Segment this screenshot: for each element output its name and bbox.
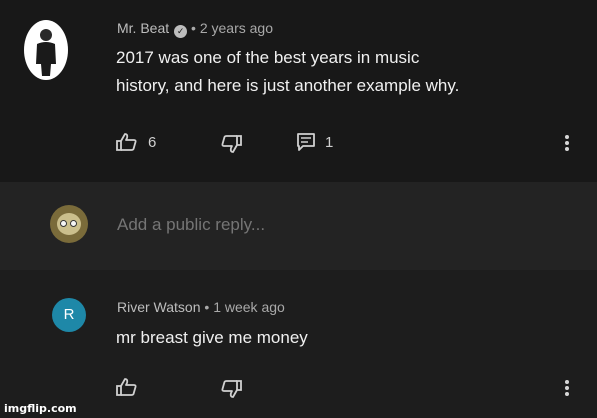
meta-separator: • <box>191 20 196 36</box>
verified-check-icon: ✓ <box>174 25 188 38</box>
watermark: imgflip.com <box>4 402 77 415</box>
comment-top: Mr. Beat ✓ • 2 years ago 2017 was one of … <box>0 0 597 182</box>
more-options-icon[interactable] <box>565 135 569 151</box>
comment-text-line: history, and here is just another exampl… <box>116 76 460 95</box>
author-name[interactable]: Mr. Beat <box>117 20 169 36</box>
thumbs-down-icon <box>221 135 242 153</box>
more-options-icon[interactable] <box>565 380 569 396</box>
author-name[interactable]: River Watson <box>117 299 201 315</box>
like-button[interactable]: 6 <box>116 133 156 151</box>
thumbs-down-icon <box>221 380 242 398</box>
reply-button[interactable]: 1 <box>297 133 333 151</box>
thumbs-up-icon <box>116 378 137 396</box>
comment-meta: Mr. Beat ✓ • 2 years ago <box>117 20 273 38</box>
comment-text: 2017 was one of the best years in music … <box>116 44 459 100</box>
comment-meta: River Watson • 1 week ago <box>117 299 285 315</box>
person-avatar-icon <box>36 29 56 76</box>
reply-count: 1 <box>325 133 334 151</box>
comment-thread: Mr. Beat ✓ • 2 years ago 2017 was one of … <box>0 0 597 418</box>
like-button[interactable] <box>116 378 138 396</box>
comment-time[interactable]: 2 years ago <box>200 20 273 36</box>
dislike-button[interactable] <box>220 380 242 398</box>
thumbs-up-icon <box>116 133 137 151</box>
like-count: 6 <box>148 133 157 151</box>
comment-reply: R River Watson • 1 week ago mr breast gi… <box>0 270 597 418</box>
eye-icon <box>70 220 77 227</box>
avatar[interactable]: R <box>52 298 86 332</box>
eye-icon <box>60 220 67 227</box>
reply-input[interactable] <box>117 212 557 238</box>
comment-time[interactable]: 1 week ago <box>213 299 285 315</box>
comment-text: mr breast give me money <box>116 328 308 347</box>
meta-separator: • <box>204 299 210 315</box>
reply-comment-icon <box>297 133 315 151</box>
user-avatar[interactable] <box>50 205 88 243</box>
dislike-button[interactable] <box>220 135 242 153</box>
comment-text-line: 2017 was one of the best years in music <box>116 48 420 67</box>
reply-box <box>0 182 597 270</box>
avatar[interactable] <box>24 20 68 80</box>
